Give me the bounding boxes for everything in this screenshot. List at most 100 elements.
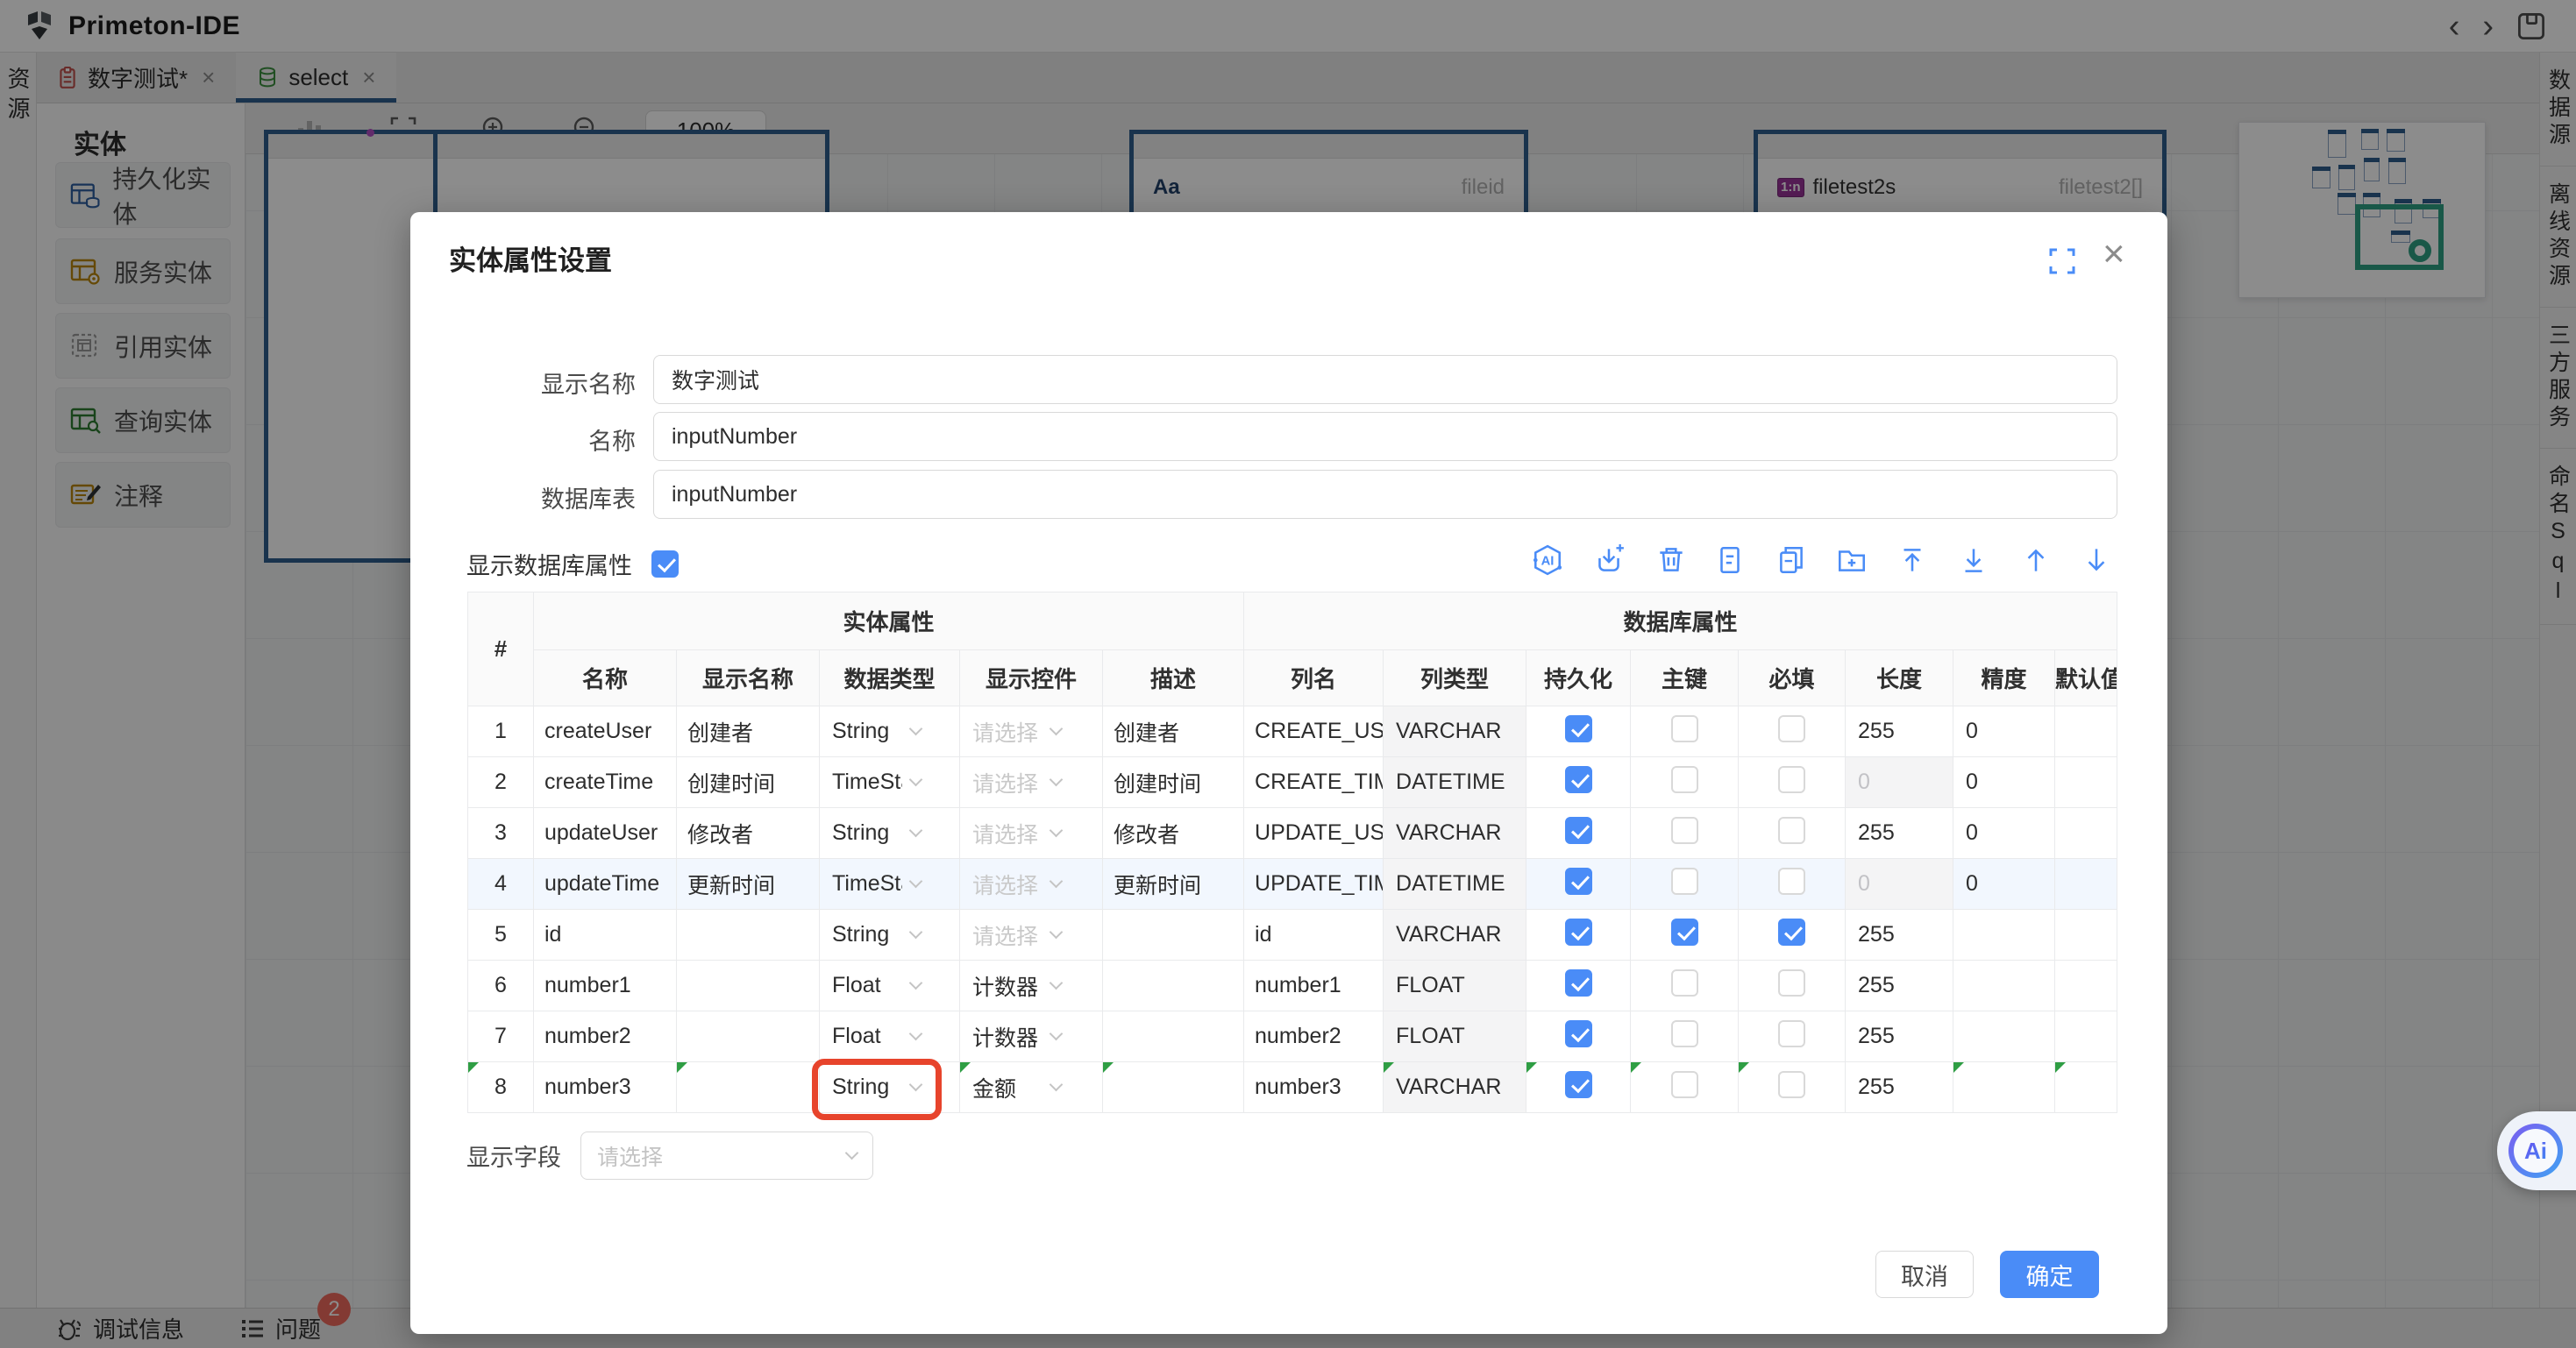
precision-cell[interactable]: 0 bbox=[1953, 859, 2055, 910]
display-name-cell[interactable] bbox=[677, 1062, 820, 1113]
pk-checkbox-cell[interactable] bbox=[1631, 1062, 1739, 1113]
length-cell[interactable]: 255 bbox=[1846, 706, 1953, 757]
description-cell[interactable]: 创建者 bbox=[1103, 706, 1244, 757]
persist-checkbox[interactable] bbox=[1565, 1020, 1592, 1047]
data_type-select-cell[interactable]: Float bbox=[820, 1011, 960, 1062]
required-checkbox-cell[interactable] bbox=[1739, 706, 1846, 757]
ai-assistant-button[interactable]: Ai bbox=[2497, 1111, 2576, 1190]
display-name-cell[interactable] bbox=[677, 961, 820, 1011]
description-cell[interactable]: 创建时间 bbox=[1103, 757, 1244, 808]
required-checkbox[interactable] bbox=[1778, 1020, 1805, 1047]
default-cell[interactable] bbox=[2055, 757, 2117, 808]
description-cell[interactable] bbox=[1103, 1062, 1244, 1113]
column-name-cell[interactable]: UPDATE_TIME bbox=[1244, 859, 1384, 910]
required-checkbox-cell[interactable] bbox=[1739, 1011, 1846, 1062]
default-cell[interactable] bbox=[2055, 910, 2117, 961]
persist-checkbox[interactable] bbox=[1565, 817, 1592, 844]
required-checkbox[interactable] bbox=[1778, 715, 1805, 742]
control-select-cell[interactable]: 请选择 bbox=[960, 859, 1103, 910]
pk-checkbox-cell[interactable] bbox=[1631, 910, 1739, 961]
name-cell[interactable]: number3 bbox=[534, 1062, 677, 1113]
display-name-cell[interactable]: 创建者 bbox=[677, 706, 820, 757]
pk-checkbox-cell[interactable] bbox=[1631, 706, 1739, 757]
data_type-select-cell[interactable]: TimeStamp bbox=[820, 859, 960, 910]
length-cell[interactable]: 255 bbox=[1846, 1062, 1953, 1113]
length-cell[interactable]: 255 bbox=[1846, 808, 1953, 859]
name-cell[interactable]: id bbox=[534, 910, 677, 961]
default-cell[interactable] bbox=[2055, 859, 2117, 910]
length-cell[interactable]: 0 bbox=[1846, 757, 1953, 808]
precision-cell[interactable]: 0 bbox=[1953, 808, 2055, 859]
pk-checkbox[interactable] bbox=[1671, 919, 1698, 946]
name-cell[interactable]: updateUser bbox=[534, 808, 677, 859]
cancel-button[interactable]: 取消 bbox=[1875, 1251, 1974, 1298]
data_type-select-cell[interactable]: String bbox=[820, 808, 960, 859]
persist-checkbox-cell[interactable] bbox=[1526, 808, 1631, 859]
control-select-cell[interactable]: 请选择 bbox=[960, 808, 1103, 859]
precision-cell[interactable]: 0 bbox=[1953, 757, 2055, 808]
precision-cell[interactable] bbox=[1953, 961, 2055, 1011]
precision-cell[interactable] bbox=[1953, 1011, 2055, 1062]
description-cell[interactable] bbox=[1103, 910, 1244, 961]
copy-icon[interactable] bbox=[1775, 543, 1808, 577]
move-down-icon[interactable] bbox=[2080, 543, 2113, 577]
pk-checkbox[interactable] bbox=[1671, 1071, 1698, 1098]
required-checkbox[interactable] bbox=[1778, 766, 1805, 793]
required-checkbox-cell[interactable] bbox=[1739, 961, 1846, 1011]
move-bottom-icon[interactable] bbox=[1957, 543, 1990, 577]
persist-checkbox-cell[interactable] bbox=[1526, 859, 1631, 910]
persist-checkbox-cell[interactable] bbox=[1526, 1011, 1631, 1062]
default-cell[interactable] bbox=[2055, 961, 2117, 1011]
control-select-cell[interactable]: 请选择 bbox=[960, 910, 1103, 961]
move-up-icon[interactable] bbox=[2019, 543, 2053, 577]
required-checkbox[interactable] bbox=[1778, 868, 1805, 895]
confirm-button[interactable]: 确定 bbox=[2000, 1251, 2099, 1298]
pk-checkbox[interactable] bbox=[1671, 1020, 1698, 1047]
name-cell[interactable]: updateTime bbox=[534, 859, 677, 910]
display-name-cell[interactable] bbox=[677, 910, 820, 961]
pk-checkbox[interactable] bbox=[1671, 766, 1698, 793]
pk-checkbox-cell[interactable] bbox=[1631, 757, 1739, 808]
add-folder-icon[interactable] bbox=[1835, 543, 1868, 577]
persist-checkbox-cell[interactable] bbox=[1526, 1062, 1631, 1113]
description-cell[interactable] bbox=[1103, 961, 1244, 1011]
display-field-select[interactable]: 请选择 bbox=[580, 1132, 873, 1180]
name-cell[interactable]: number2 bbox=[534, 1011, 677, 1062]
persist-checkbox[interactable] bbox=[1565, 919, 1592, 946]
db-table-input[interactable] bbox=[653, 470, 2117, 519]
display-name-cell[interactable]: 创建时间 bbox=[677, 757, 820, 808]
default-cell[interactable] bbox=[2055, 1011, 2117, 1062]
control-select-cell[interactable]: 请选择 bbox=[960, 757, 1103, 808]
length-cell[interactable]: 255 bbox=[1846, 910, 1953, 961]
precision-cell[interactable] bbox=[1953, 910, 2055, 961]
document-icon[interactable] bbox=[1713, 543, 1747, 577]
required-checkbox-cell[interactable] bbox=[1739, 859, 1846, 910]
persist-checkbox[interactable] bbox=[1565, 766, 1592, 793]
column-name-cell[interactable]: UPDATE_USER bbox=[1244, 808, 1384, 859]
persist-checkbox[interactable] bbox=[1565, 1071, 1592, 1098]
pk-checkbox-cell[interactable] bbox=[1631, 859, 1739, 910]
length-cell[interactable]: 255 bbox=[1846, 961, 1953, 1011]
persist-checkbox-cell[interactable] bbox=[1526, 757, 1631, 808]
pk-checkbox[interactable] bbox=[1671, 868, 1698, 895]
precision-cell[interactable] bbox=[1953, 1062, 2055, 1113]
column-name-cell[interactable]: number1 bbox=[1244, 961, 1384, 1011]
data_type-select-cell[interactable]: TimeStamp bbox=[820, 757, 960, 808]
required-checkbox-cell[interactable] bbox=[1739, 1062, 1846, 1113]
length-cell[interactable]: 255 bbox=[1846, 1011, 1953, 1062]
import-icon[interactable] bbox=[1592, 543, 1626, 577]
pk-checkbox-cell[interactable] bbox=[1631, 1011, 1739, 1062]
name-cell[interactable]: number1 bbox=[534, 961, 677, 1011]
pk-checkbox[interactable] bbox=[1671, 715, 1698, 742]
required-checkbox-cell[interactable] bbox=[1739, 757, 1846, 808]
persist-checkbox-cell[interactable] bbox=[1526, 706, 1631, 757]
description-cell[interactable] bbox=[1103, 1011, 1244, 1062]
persist-checkbox-cell[interactable] bbox=[1526, 961, 1631, 1011]
column-name-cell[interactable]: number2 bbox=[1244, 1011, 1384, 1062]
required-checkbox[interactable] bbox=[1778, 1071, 1805, 1098]
control-select-cell[interactable]: 计数器 bbox=[960, 961, 1103, 1011]
required-checkbox-cell[interactable] bbox=[1739, 808, 1846, 859]
description-cell[interactable]: 更新时间 bbox=[1103, 859, 1244, 910]
pk-checkbox[interactable] bbox=[1671, 969, 1698, 997]
control-select-cell[interactable]: 请选择 bbox=[960, 706, 1103, 757]
